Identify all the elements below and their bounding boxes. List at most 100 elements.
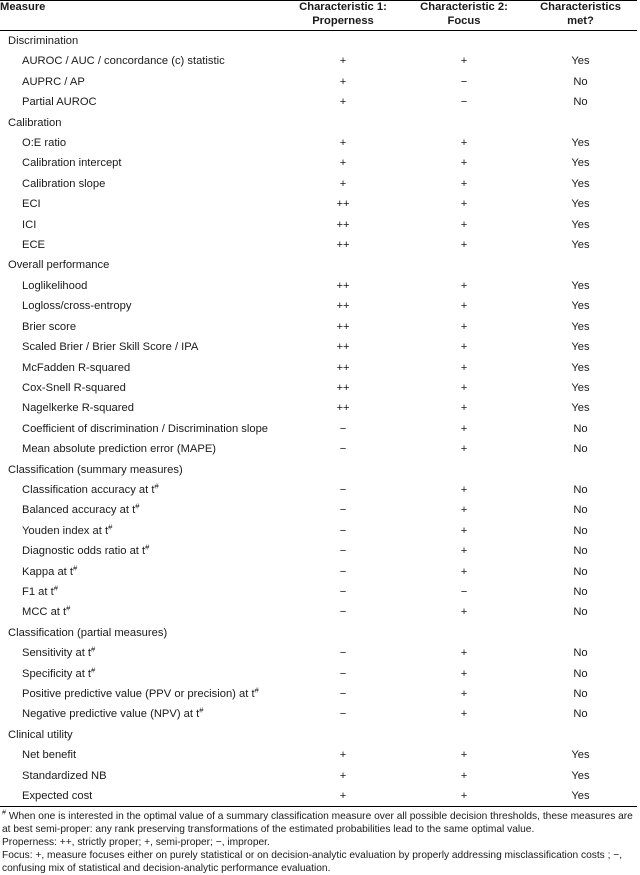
measure-label: ECE: [0, 235, 282, 255]
cell-met: No: [573, 565, 588, 578]
cell-met: No: [573, 443, 588, 456]
cell-char2: +: [460, 137, 468, 150]
cell-char1: +: [339, 157, 347, 170]
cell-char2: +: [460, 300, 468, 313]
table-row: Specificity at t# − + No: [0, 664, 637, 684]
measure-text: Expected cost: [22, 790, 93, 803]
measure-label: ICI: [0, 215, 282, 235]
measure-text: Standardized NB: [22, 769, 107, 782]
table-row: Brier score ++ + Yes: [0, 317, 637, 337]
measure-label: Standardized NB: [0, 766, 282, 786]
measure-text: Brier score: [22, 320, 77, 333]
measure-text: Clinical utility: [8, 728, 73, 741]
table-row: Positive predictive value (PPV or precis…: [0, 684, 637, 704]
cell-char2: +: [460, 402, 468, 415]
cell-met: Yes: [571, 239, 590, 252]
measure-text: Calibration intercept: [22, 157, 122, 170]
measure-text: Overall performance: [8, 259, 110, 272]
cell-met: No: [573, 606, 588, 619]
measure-text: Loglikelihood: [22, 279, 88, 292]
table-row: Sensitivity at t# − + No: [0, 643, 637, 663]
page-root: Measure Characteristic 1: Properness Charac…: [0, 0, 640, 874]
cell-char2: +: [404, 786, 524, 808]
table-row: O:E ratio + + Yes: [0, 133, 637, 153]
cell-char1: +: [339, 177, 347, 190]
cell-met: [524, 623, 637, 643]
table-row: Calibration slope + + Yes: [0, 174, 637, 194]
cell-met: No: [573, 585, 588, 598]
cell-met: Yes: [571, 55, 590, 68]
cell-char1: −: [339, 647, 347, 660]
cell-met: No: [573, 688, 588, 700]
cell-char1: −: [339, 688, 347, 700]
measure-label: McFadden R-squared: [0, 358, 282, 378]
column-header-line: Properness: [312, 14, 374, 27]
cell-met: [524, 255, 637, 275]
cell-char2: [404, 255, 524, 275]
cell-met: No: [573, 96, 588, 109]
table-row: Calibration intercept + + Yes: [0, 153, 637, 173]
cell-char2: +: [460, 606, 468, 619]
column-header-line: Characteristics: [540, 1, 621, 13]
measure-text: Logloss/cross-entropy: [22, 300, 132, 313]
section-label: Classification (summary measures): [0, 460, 282, 480]
table-row: McFadden R-squared ++ + Yes: [0, 358, 637, 378]
cell-char2: [404, 725, 524, 745]
footnote-marker-icon: #: [53, 583, 58, 593]
cell-char1: +: [339, 769, 347, 782]
cell-char1: −: [339, 504, 347, 517]
table-section-row: Discrimination: [0, 31, 637, 52]
cell-char1: +: [339, 75, 347, 88]
measure-label: Mean absolute prediction error (MAPE): [0, 439, 282, 459]
cell-char2: +: [460, 545, 468, 558]
cell-char1: −: [339, 667, 347, 680]
cell-char2: +: [460, 565, 468, 578]
table-header-row: Measure Characteristic 1: Properness Charac…: [0, 0, 637, 31]
cell-met: Yes: [571, 402, 590, 415]
cell-met: Yes: [571, 320, 590, 333]
table-row: Partial AUROC + − No: [0, 92, 637, 112]
measure-text: Net benefit: [22, 749, 77, 762]
table-row: Negative predictive value (NPV) at t# − + N…: [0, 704, 637, 724]
measure-label: Calibration intercept: [0, 153, 282, 173]
cell-met: No: [573, 483, 588, 496]
cell-char2: +: [460, 667, 468, 680]
footnote-marker-icon: #: [91, 644, 96, 654]
measure-label: Specificity at t#: [0, 664, 282, 684]
measure-text: Mean absolute prediction error (MAPE): [22, 443, 217, 456]
footnote-marker-icon: #: [135, 501, 140, 511]
measure-label: ECI: [0, 194, 282, 214]
measure-label: Partial AUROC: [0, 92, 282, 112]
measure-label: Kappa at t#: [0, 562, 282, 582]
section-label: Overall performance: [0, 255, 282, 275]
measure-label: Sensitivity at t#: [0, 643, 282, 663]
cell-char2: +: [460, 483, 468, 496]
footnote-marker-icon: #: [2, 808, 6, 818]
measure-label: Logloss/cross-entropy: [0, 296, 282, 316]
cell-met: No: [573, 647, 588, 660]
measure-text: Kappa at t: [22, 565, 74, 578]
table-row: Logloss/cross-entropy ++ + Yes: [0, 296, 637, 316]
measure-label: Positive predictive value (PPV or precis…: [0, 684, 282, 704]
cell-char1: −: [339, 565, 347, 578]
cell-char2: +: [460, 443, 468, 456]
measure-text: Cox-Snell R-squared: [22, 381, 126, 394]
footnote-text: When one is interested in the optimal va…: [2, 811, 633, 836]
cell-char1: ++: [336, 381, 350, 394]
cell-char1: −: [339, 708, 347, 721]
measure-text: Partial AUROC: [22, 96, 97, 109]
column-header-char2: Characteristic 2: Focus: [404, 0, 524, 31]
table-row: F1 at t# − − No: [0, 582, 637, 602]
cell-char1: [282, 623, 404, 643]
section-label: Calibration: [0, 113, 282, 133]
cell-char1: ++: [336, 300, 350, 313]
measure-text: MCC at t: [22, 606, 67, 619]
column-header-measure: Measure: [0, 0, 282, 31]
cell-met: Yes: [571, 300, 590, 313]
column-header-line: Characteristic 1:: [299, 1, 387, 13]
table-row: AUROC / AUC / concordance (c) statistic +…: [0, 51, 637, 71]
cell-met: Yes: [524, 786, 637, 808]
footnote-marker-icon: #: [91, 664, 96, 674]
column-header-line: Measure: [0, 1, 46, 13]
table-section-row: Calibration: [0, 113, 637, 133]
